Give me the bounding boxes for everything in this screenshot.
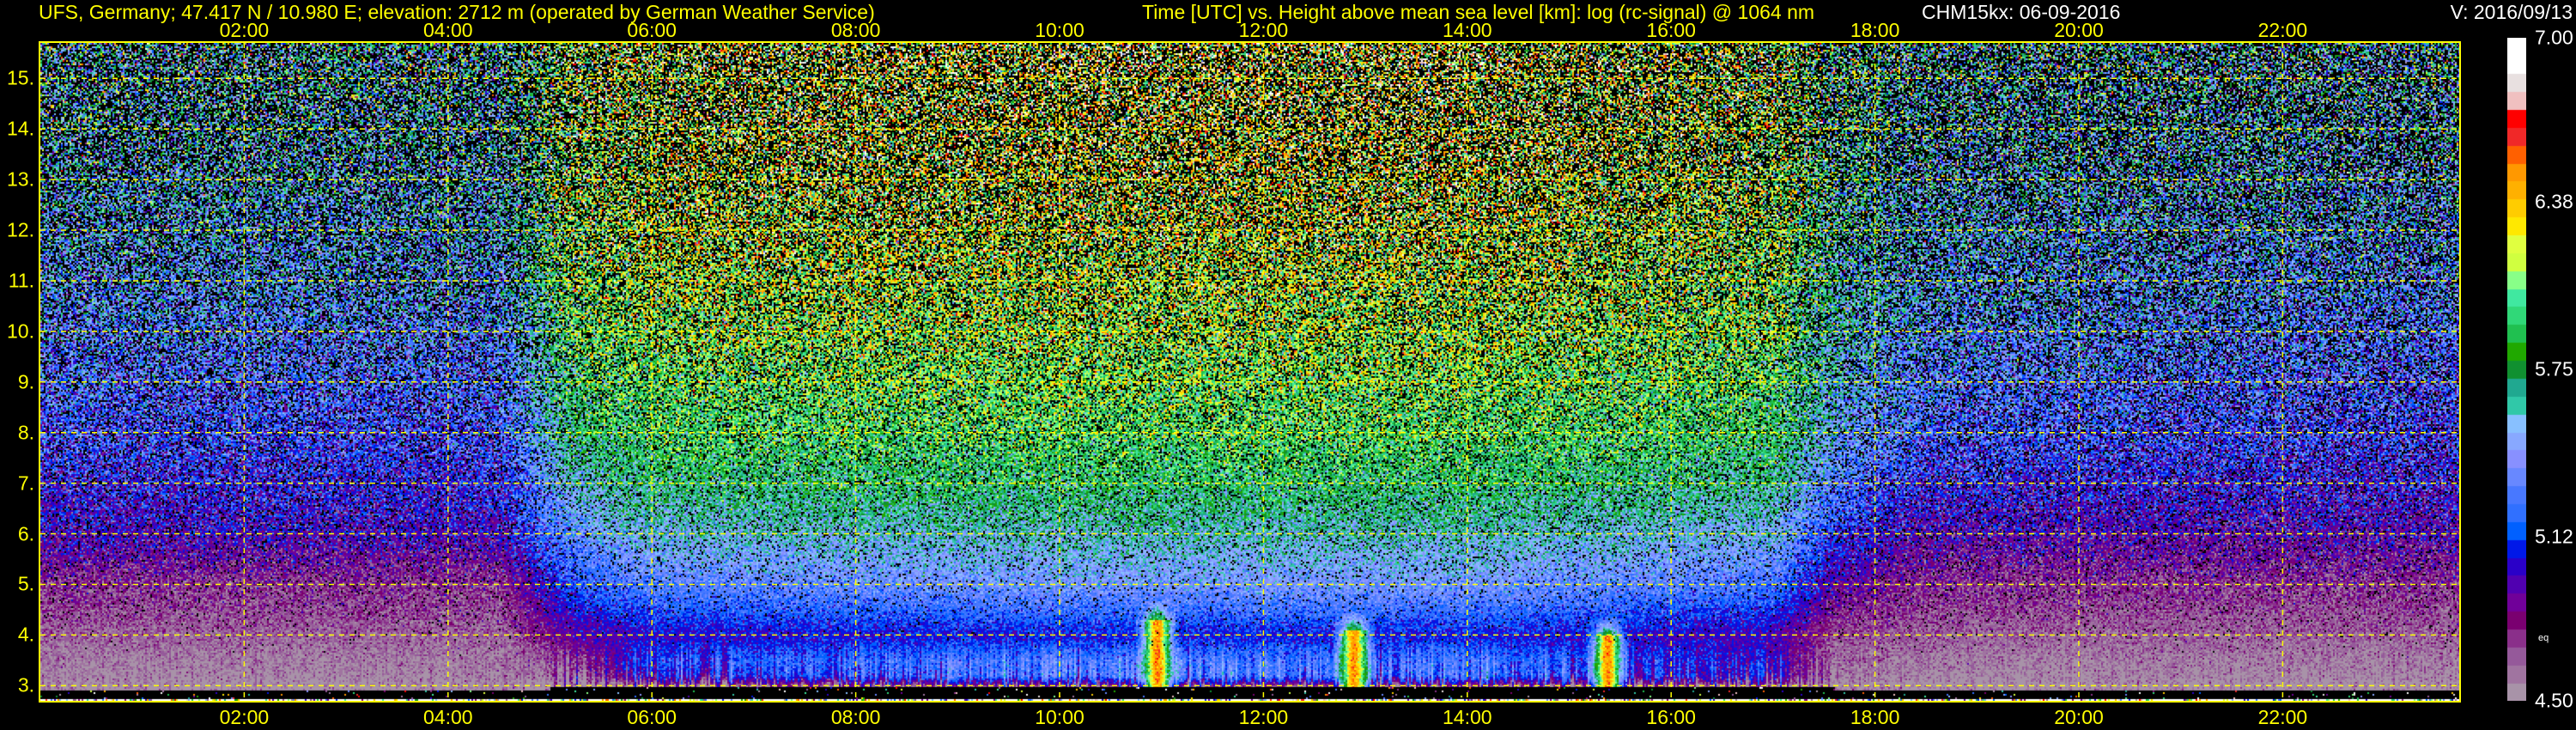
colorbar-tick-label: 4.50 [2535, 690, 2573, 713]
colorbar-tick-label: 6.38 [2535, 191, 2573, 214]
y-tick-label: 15. [7, 67, 34, 90]
x-tick-label-top: 18:00 [1850, 19, 1900, 42]
y-tick-label: 13. [7, 168, 34, 192]
y-tick-label: 7. [18, 471, 34, 495]
x-tick-label-bottom: 20:00 [2054, 706, 2104, 729]
y-tick-label: 10. [7, 319, 34, 343]
y-tick-label: 3. [18, 674, 34, 697]
colorbar-tick-label: 7.00 [2535, 27, 2573, 50]
x-tick-label-top: 06:00 [627, 19, 677, 42]
grid-lines [40, 43, 2459, 701]
version-label: V: 2016/09/13 [2451, 2, 2573, 22]
x-tick-label-top: 02:00 [220, 19, 270, 42]
y-tick-label: 5. [18, 573, 34, 596]
colorbar-eq-label: eq [2538, 633, 2549, 643]
x-tick-label-bottom: 02:00 [220, 706, 270, 729]
colorbar-tick-label: 5.12 [2535, 525, 2573, 548]
x-tick-label-bottom: 12:00 [1239, 706, 1289, 729]
x-tick-label-top: 04:00 [423, 19, 473, 42]
y-tick-label: 6. [18, 522, 34, 545]
x-tick-label-top: 12:00 [1239, 19, 1289, 42]
x-tick-label-top: 16:00 [1646, 19, 1696, 42]
x-tick-label-bottom: 08:00 [831, 706, 881, 729]
x-tick-label-bottom: 16:00 [1646, 706, 1696, 729]
colorbar [2507, 38, 2526, 701]
x-tick-label-top: 08:00 [831, 19, 881, 42]
x-tick-label-bottom: 14:00 [1443, 706, 1492, 729]
x-tick-label-bottom: 10:00 [1035, 706, 1084, 729]
colorbar-tick-label: 5.75 [2535, 358, 2573, 381]
x-tick-label-bottom: 06:00 [627, 706, 677, 729]
x-tick-label-top: 14:00 [1443, 19, 1492, 42]
y-tick-label: 12. [7, 219, 34, 242]
x-tick-label-bottom: 18:00 [1850, 706, 1900, 729]
y-tick-label: 4. [18, 624, 34, 647]
y-tick-label: 9. [18, 370, 34, 393]
y-tick-label: 14. [7, 118, 34, 141]
y-tick-label: 11. [9, 269, 34, 292]
x-tick-label-top: 10:00 [1035, 19, 1084, 42]
y-tick-label: 8. [18, 421, 34, 444]
x-tick-label-bottom: 04:00 [423, 706, 473, 729]
x-tick-label-top: 20:00 [2054, 19, 2104, 42]
x-tick-label-top: 22:00 [2258, 19, 2308, 42]
heatmap-plot-area [39, 41, 2461, 703]
x-tick-label-bottom: 22:00 [2258, 706, 2308, 729]
